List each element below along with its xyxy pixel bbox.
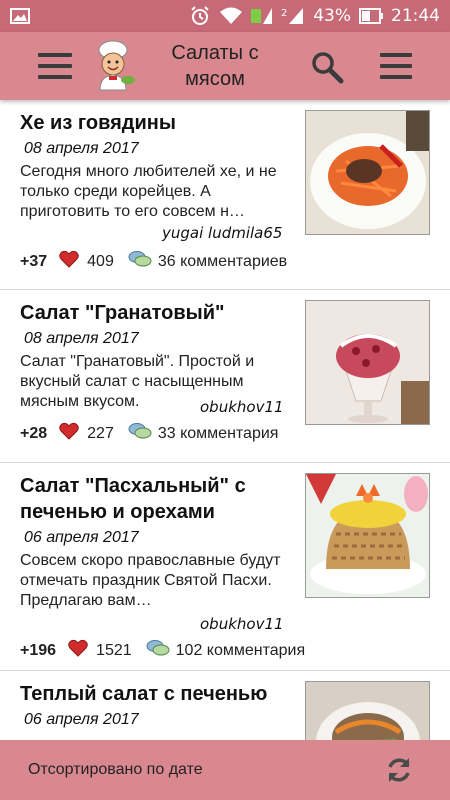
article-card[interactable]: Салат "Гранатовый" 08 апреля 2017 Салат … <box>0 290 450 463</box>
comments-count[interactable]: 33 комментария <box>158 425 279 443</box>
chef-logo[interactable] <box>88 40 138 92</box>
comments-icon[interactable] <box>128 422 152 445</box>
article-date: 08 апреля 2017 <box>24 330 139 347</box>
article-title[interactable]: Теплый салат с печенью <box>20 681 310 707</box>
menu-icon[interactable] <box>38 53 72 79</box>
image-notification-icon <box>10 8 30 24</box>
rating-score: +37 <box>20 252 48 270</box>
heart-icon[interactable] <box>68 639 88 662</box>
article-stats: +28 227 33 комментария <box>20 422 278 445</box>
refresh-icon[interactable] <box>384 755 414 785</box>
comments-icon[interactable] <box>128 250 152 273</box>
article-author[interactable]: obukhov11 <box>200 398 284 416</box>
article-description: Совсем скоро православные будут отмечать… <box>20 552 281 609</box>
article-card[interactable]: Хе из говядины 08 апреля 2017 Сегодня мн… <box>0 100 450 290</box>
comments-icon[interactable] <box>146 639 170 662</box>
sort-label[interactable]: Отсортировано по дате <box>28 761 203 779</box>
article-date: 08 апреля 2017 <box>24 140 139 157</box>
app-bar: Салаты с мясом <box>0 32 450 100</box>
battery-icon <box>359 8 383 24</box>
article-date: 06 апреля 2017 <box>24 529 139 546</box>
article-thumbnail[interactable] <box>305 300 430 425</box>
article-list[interactable]: Хе из говядины 08 апреля 2017 Сегодня мн… <box>0 100 450 740</box>
comments-count[interactable]: 36 комментариев <box>158 253 287 271</box>
search-icon[interactable] <box>310 50 344 84</box>
alarm-icon <box>189 5 211 27</box>
article-stats: +37 409 36 комментариев <box>20 250 287 273</box>
article-title[interactable]: Хе из говядины <box>20 110 295 136</box>
article-author[interactable]: obukhov11 <box>200 615 284 633</box>
article-author[interactable]: yugai ludmila65 <box>162 224 282 242</box>
svg-text:2: 2 <box>281 8 287 19</box>
heart-icon[interactable] <box>59 250 79 273</box>
comments-count[interactable]: 102 комментария <box>176 642 306 660</box>
article-stats: +196 1521 102 комментария <box>20 639 305 662</box>
article-date: 06 апреля 2017 <box>24 711 139 728</box>
article-title[interactable]: Салат "Гранатовый" <box>20 300 295 326</box>
page-title: Салаты с мясом <box>171 42 259 90</box>
status-bar: 2 43% 21:44 <box>0 0 450 32</box>
article-card[interactable]: Салат "Пасхальный" с печенью и орехами 0… <box>0 463 450 671</box>
signal-sim2-icon: 2 <box>281 6 305 26</box>
likes-count: 1521 <box>96 641 132 659</box>
article-thumbnail[interactable] <box>305 473 430 598</box>
wifi-icon <box>219 6 243 26</box>
article-title[interactable]: Салат "Пасхальный" с печенью и орехами <box>20 473 295 525</box>
battery-percent: 43% <box>313 6 351 26</box>
rating-score: +28 <box>20 424 48 442</box>
more-menu-icon[interactable] <box>380 53 412 79</box>
bottom-bar: Отсортировано по дате <box>0 740 450 800</box>
article-thumbnail[interactable] <box>305 110 430 235</box>
article-card[interactable]: Теплый салат с печенью 06 апреля 2017 <box>0 671 450 740</box>
article-description: Сегодня много любителей хе, и не только … <box>20 163 277 220</box>
heart-icon[interactable] <box>59 422 79 445</box>
clock: 21:44 <box>391 6 440 26</box>
signal-sim1-icon <box>251 6 273 26</box>
likes-count: 409 <box>87 252 114 270</box>
article-thumbnail[interactable] <box>305 681 430 740</box>
rating-score: +196 <box>20 641 57 659</box>
likes-count: 227 <box>87 424 114 442</box>
